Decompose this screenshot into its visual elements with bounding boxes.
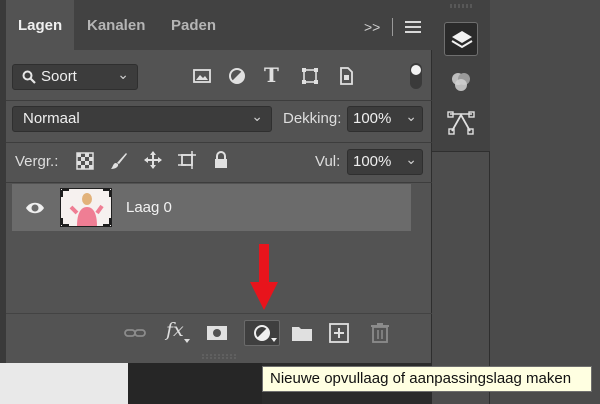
lock-artboard-icon[interactable] [178,151,196,169]
filter-kind-select[interactable]: Soort ⌄ [12,64,138,90]
panel-icon-dock [432,0,490,152]
filter-kind-label: Soort [41,68,77,85]
new-layer-icon[interactable] [328,322,350,344]
eye-icon[interactable] [25,199,45,217]
layers-panel-button[interactable] [444,22,478,56]
adjustment-dropdown-icon [271,338,277,342]
dock-grip[interactable] [450,4,472,8]
shape-filter-icon[interactable] [300,66,320,86]
search-icon [22,70,36,84]
link-layers-icon[interactable] [124,322,146,344]
opacity-value: 100% [353,110,392,127]
layer-mask-icon[interactable] [206,322,228,344]
tab-kanalen[interactable]: Kanalen [87,0,145,50]
tabbar-separator [392,18,393,36]
lock-label: Vergr.: [15,153,59,170]
lock-transparent-pixels-icon[interactable] [76,152,94,170]
filter-toggle-icon[interactable] [409,62,423,90]
divider [6,142,432,143]
tooltip: Nieuwe opvullaag of aanpassingslaag make… [262,366,592,392]
delete-layer-icon[interactable] [369,322,391,344]
channels-icon [452,73,470,91]
pasteboard [128,363,262,404]
opacity-label: Dekking: [283,110,342,127]
fill-field[interactable]: 100% ⌄ [347,149,423,175]
paths-panel-button[interactable] [444,106,478,140]
divider [6,182,432,183]
chevron-down-icon: ⌄ [405,108,417,124]
divider [6,100,432,101]
image-filter-icon[interactable] [192,66,212,86]
tab-lagen[interactable]: Lagen [6,0,75,50]
chevron-down-icon: ⌄ [117,66,129,82]
channels-panel-button[interactable] [444,66,478,100]
paths-icon [447,111,475,135]
panel-menu-icon[interactable] [405,21,421,33]
smart-object-filter-icon[interactable] [336,66,356,86]
fx-icon[interactable]: fx [166,319,188,341]
panel-overflow-button[interactable]: >> [364,19,380,35]
right-panel-area [490,0,600,404]
layers-icon [451,31,473,49]
adjustment-filter-icon[interactable] [227,66,247,86]
blend-mode-select[interactable]: Normaal ⌄ [12,106,272,132]
type-filter-icon[interactable]: T [264,63,284,87]
collapsed-panels-column [432,0,490,404]
fx-dropdown-icon [184,339,190,343]
layers-bottom-toolbar: fx [6,313,432,351]
chevron-down-icon: ⌄ [405,151,417,167]
fill-value: 100% [353,153,392,170]
layer-thumbnail [60,188,112,227]
new-adjustment-layer-button[interactable] [244,320,280,346]
lock-all-icon[interactable] [212,151,230,169]
panel-resize-grip[interactable] [6,352,432,363]
layers-panel: Lagen Kanalen Paden >> Soort ⌄ T Normaal… [6,0,432,363]
new-adjustment-layer-icon [254,325,270,341]
document-canvas [0,363,128,404]
opacity-field[interactable]: 100% ⌄ [347,106,423,132]
red-arrow-annotation [250,244,278,310]
layer-name[interactable]: Laag 0 [126,199,172,216]
new-group-icon[interactable] [291,322,313,344]
tab-paden[interactable]: Paden [171,0,216,50]
lock-image-pixels-icon[interactable] [110,152,128,170]
panel-tabbar: Lagen Kanalen Paden >> [6,0,432,50]
chevron-down-icon: ⌄ [251,108,263,124]
lock-position-icon[interactable] [144,151,162,169]
fill-label: Vul: [315,153,341,170]
layer-thumbnail-image [61,189,111,226]
blend-mode-value: Normaal [23,110,80,127]
layer-row[interactable]: Laag 0 [12,184,411,231]
